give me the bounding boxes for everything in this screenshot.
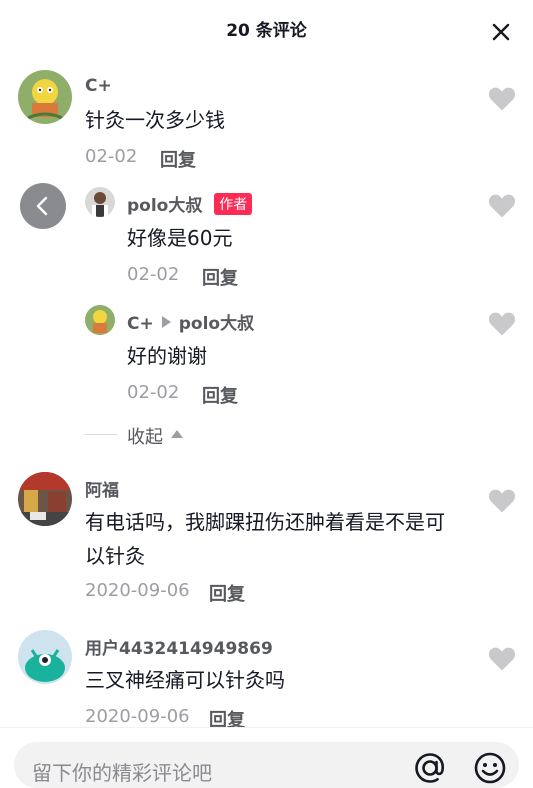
chevron-left-icon	[36, 196, 48, 216]
reply-arrow-icon	[161, 316, 171, 328]
street-photo-avatar-icon	[18, 472, 72, 526]
reply-date: 02-02	[127, 264, 180, 285]
heart-icon[interactable]	[487, 486, 517, 514]
avatar[interactable]	[18, 630, 72, 684]
comment-date: 2020-09-06	[85, 706, 190, 727]
collapse-label: 收起	[127, 427, 163, 448]
heart-icon[interactable]	[487, 309, 517, 337]
comment-date: 2020-09-06	[85, 580, 190, 601]
reply-button[interactable]: 回复	[202, 264, 238, 290]
comments-header: 20 条评论	[0, 0, 533, 56]
green-monster-avatar-icon	[18, 630, 72, 684]
reply-username-text[interactable]: C+	[127, 314, 154, 334]
comment-input-bar: 留下你的精彩评论吧	[0, 727, 533, 788]
comment-date: 02-02	[85, 146, 138, 167]
avatar[interactable]	[85, 305, 115, 335]
at-icon[interactable]	[412, 750, 448, 786]
reply-username-text[interactable]: polo大叔	[127, 196, 202, 216]
avatar[interactable]	[18, 472, 72, 526]
avatar[interactable]	[18, 70, 72, 124]
comment-content: 三叉神经痛可以针灸吗	[85, 668, 285, 692]
reply-button[interactable]: 回复	[202, 382, 238, 408]
heart-icon[interactable]	[487, 644, 517, 672]
collapse-divider	[85, 434, 117, 435]
caret-up-icon	[171, 430, 183, 438]
author-badge: 作者	[214, 193, 253, 215]
reply-content: 好像是60元	[127, 226, 233, 250]
close-icon[interactable]	[491, 22, 511, 42]
emoji-icon[interactable]	[472, 750, 508, 786]
reply-username: C+ polo大叔	[127, 309, 254, 334]
comment-content: 针灸一次多少钱	[85, 108, 225, 132]
cartoon-character-avatar-icon	[18, 70, 72, 124]
comment-username[interactable]: C+	[85, 76, 112, 96]
avatar[interactable]	[85, 187, 115, 217]
heart-icon[interactable]	[487, 191, 517, 219]
comment-username[interactable]: 用户4432414949869	[85, 634, 273, 659]
reply-button[interactable]: 回复	[209, 580, 245, 606]
comment-username[interactable]: 阿福	[85, 476, 119, 501]
reply-username: polo大叔 作者	[127, 191, 253, 216]
comment-content: 有电话吗，我脚踝扭伤还肿着看是不是可以针灸	[85, 510, 445, 568]
reply-date: 02-02	[127, 382, 180, 403]
cartoon-character-avatar-icon	[85, 305, 115, 335]
reply-to-username[interactable]: polo大叔	[179, 314, 254, 334]
man-photo-avatar-icon	[85, 187, 115, 217]
heart-icon[interactable]	[487, 84, 517, 112]
comments-count-title: 20 条评论	[226, 21, 307, 41]
comment-input-placeholder: 留下你的精彩评论吧	[32, 761, 212, 785]
back-button[interactable]	[20, 183, 66, 229]
reply-button[interactable]: 回复	[160, 146, 196, 172]
reply-content: 好的谢谢	[127, 344, 207, 368]
